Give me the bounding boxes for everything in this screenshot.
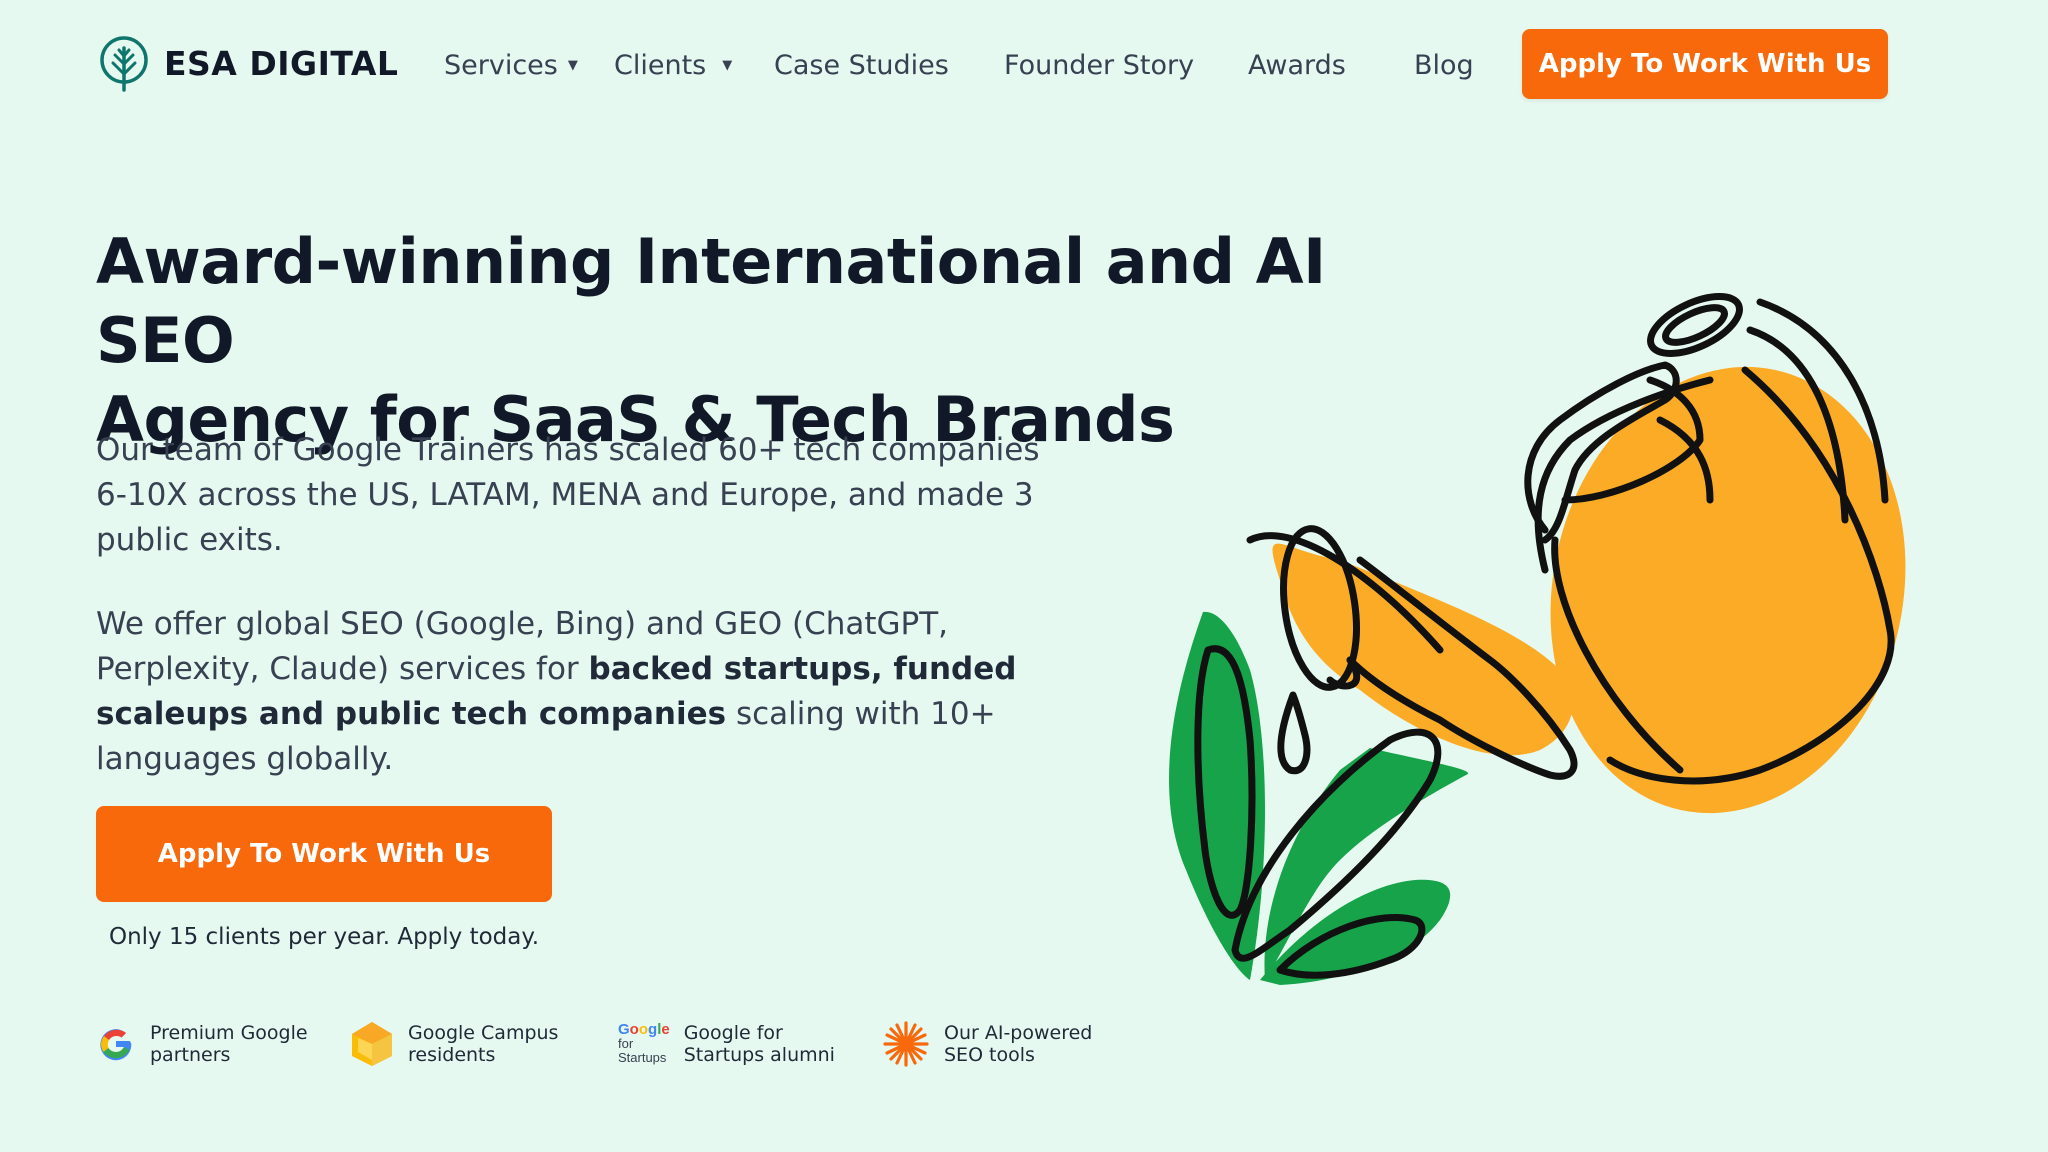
nav-case-studies-label: Case Studies (774, 50, 949, 81)
badge-ai-tools: Our AI-powered SEO tools (882, 1016, 1092, 1072)
nav-services[interactable]: Services ▼ (444, 50, 578, 81)
nav-founder-story-label: Founder Story (1004, 50, 1195, 81)
badge-google-startups-text: Google for Startups alumni (683, 1022, 835, 1066)
hero-apply-label: Apply To Work With Us (157, 839, 491, 869)
badge-google-partners: Premium Google partners (96, 1016, 308, 1072)
badge-google-startups: Google for Startups Google for Startups … (618, 1016, 835, 1072)
brand-name: ESA DIGITAL (164, 43, 399, 83)
badge-google-partners-text: Premium Google partners (150, 1022, 308, 1066)
nav-awards[interactable]: Awards (1248, 50, 1346, 81)
nav-services-label: Services (444, 50, 558, 81)
watering-can-illustration (1169, 293, 1906, 985)
header-apply-button[interactable]: Apply To Work With Us (1522, 29, 1888, 99)
cta-note: Only 15 clients per year. Apply today. (108, 924, 540, 950)
nav-case-studies[interactable]: Case Studies (774, 50, 949, 81)
brand-logo[interactable]: ESA DIGITAL (98, 34, 398, 92)
google-g-icon (100, 1029, 132, 1061)
caret-down-icon: ▼ (722, 58, 733, 73)
hero-apply-button[interactable]: Apply To Work With Us (96, 806, 552, 902)
hero-services-description: We offer global SEO (Google, Bing) and G… (96, 602, 1056, 782)
ai-burst-icon (883, 1021, 929, 1067)
nav-blog-label: Blog (1414, 50, 1474, 81)
nav-clients-label: Clients (614, 50, 707, 81)
nav-blog[interactable]: Blog (1414, 50, 1474, 81)
header-apply-label: Apply To Work With Us (1538, 49, 1872, 79)
gfs-logo-startups: Startups (618, 1050, 667, 1065)
badge-google-campus: Google Campus residents (350, 1016, 558, 1072)
leaf-logo-icon (100, 36, 148, 92)
badge-ai-tools-text: Our AI-powered SEO tools (944, 1022, 1093, 1066)
nav-founder-story[interactable]: Founder Story (1004, 50, 1194, 81)
nav-awards-label: Awards (1248, 50, 1346, 81)
google-campus-icon (352, 1022, 392, 1066)
hero-description: Our team of Google Trainers has scaled 6… (96, 432, 1040, 558)
gfs-logo-for: for (618, 1036, 634, 1051)
nav-clients[interactable]: Clients ▼ (614, 50, 732, 81)
badge-google-campus-text: Google Campus residents (408, 1022, 559, 1066)
google-for-startups-logo: Google for Startups (618, 1021, 670, 1065)
gfs-logo-google: Google (618, 1021, 670, 1038)
caret-down-icon: ▼ (567, 58, 578, 73)
